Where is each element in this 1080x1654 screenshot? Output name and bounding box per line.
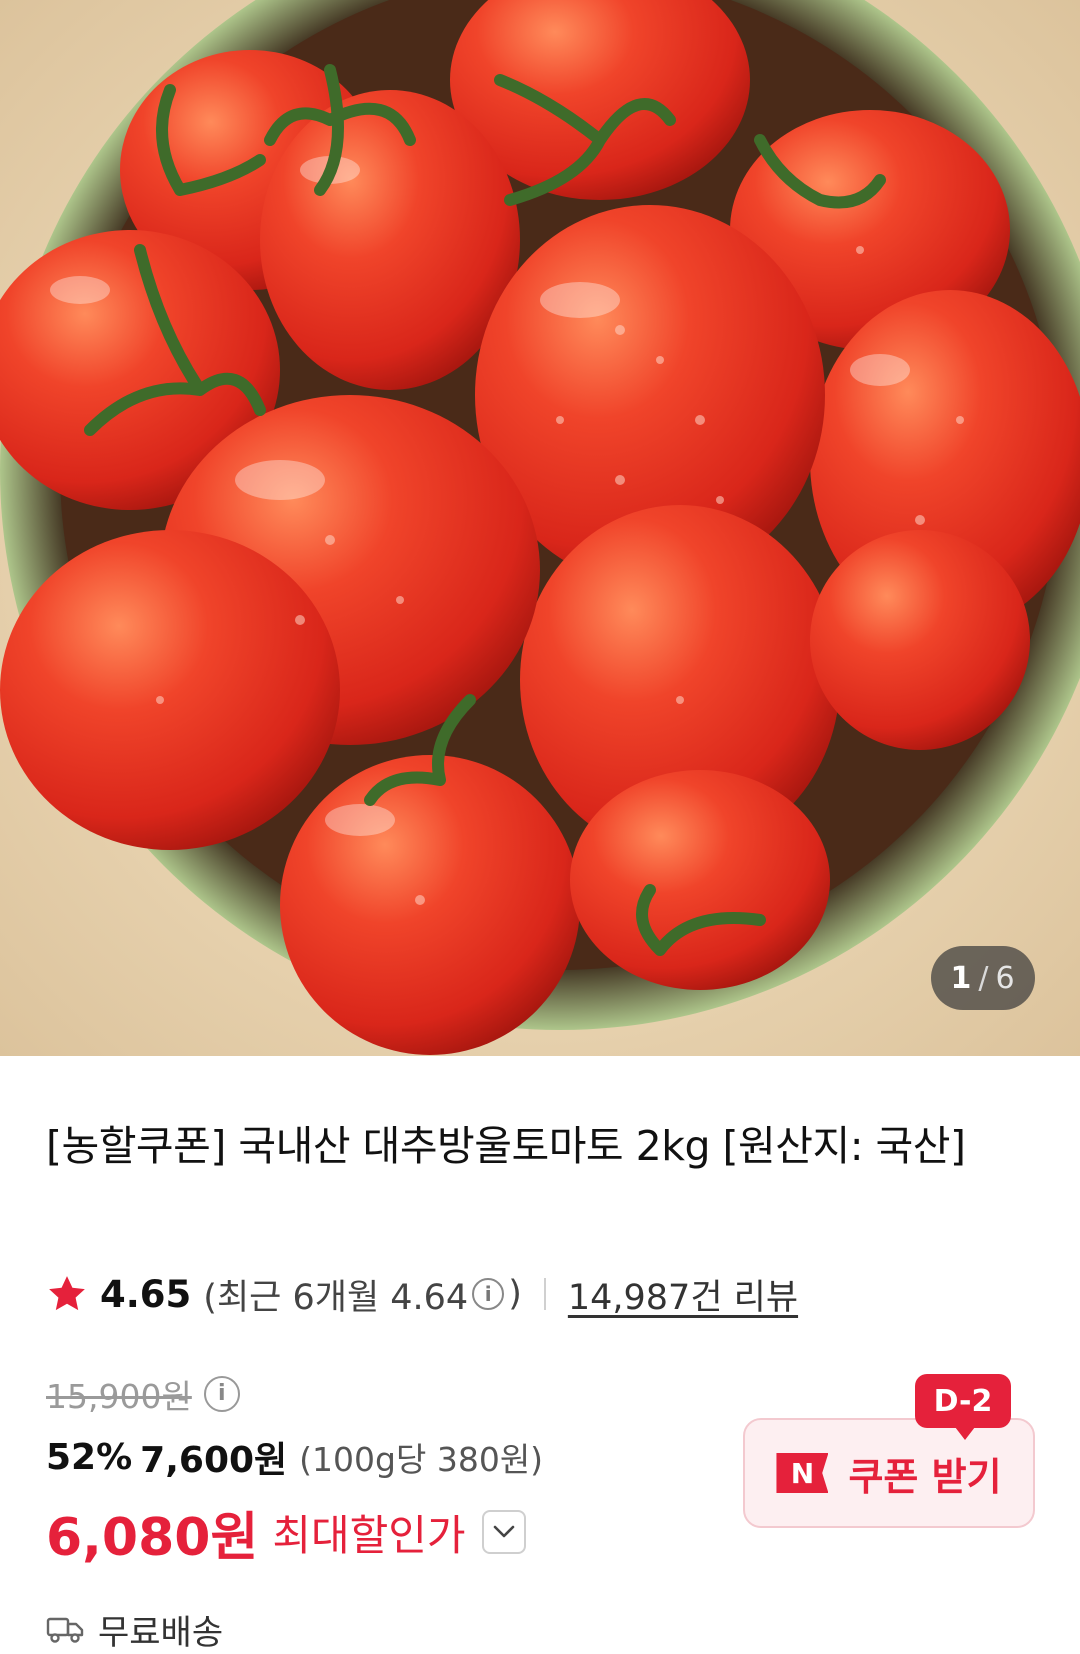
coupon-button[interactable]: N 쿠폰 받기 [743, 1418, 1035, 1528]
product-title: [농할쿠폰] 국내산 대추방울토마토 2kg [원산지: 국산] [46, 1122, 966, 1170]
original-price-row: 15,900원 i [46, 1368, 244, 1420]
max-discount-price: 6,080원 [46, 1507, 259, 1568]
coupon-label: 쿠폰 받기 [848, 1454, 1002, 1499]
discount-detail-toggle[interactable] [481, 1510, 526, 1554]
recent-rating-close: ) [508, 1274, 522, 1314]
product-photo-tomatoes [0, 0, 1080, 1055]
discount-rate: 52% [46, 1436, 133, 1478]
unit-price: (100g당 380원) [299, 1440, 544, 1479]
star-icon [49, 1276, 85, 1311]
rating-score: 4.65 [100, 1272, 192, 1316]
coupon-dday-badge: D-2 [915, 1374, 1011, 1440]
chevron-down-icon [493, 1525, 514, 1538]
original-price: 15,900원 [46, 1377, 192, 1416]
recent-rating: (최근 6개월 4.64 i ) [203, 1269, 522, 1320]
sale-price-row: 52% 7,600원 (100g당 380원) [46, 1430, 543, 1484]
truck-icon [46, 1617, 84, 1643]
shipping-label: 무료배송 [98, 1612, 224, 1653]
pager-separator: / [978, 960, 990, 996]
info-icon[interactable]: i [472, 1278, 505, 1310]
price-info-icon[interactable]: i [203, 1376, 240, 1412]
divider [543, 1278, 546, 1310]
shipping-row: 무료배송 [46, 1604, 223, 1654]
image-pager: 1 / 6 [931, 946, 1035, 1010]
reviews-link[interactable]: 14,987건 리뷰 [568, 1269, 798, 1320]
max-discount-row: 6,080원 최대할인가 [46, 1494, 526, 1570]
recent-rating-text: (최근 6개월 4.64 [203, 1277, 469, 1318]
max-discount-label: 최대할인가 [272, 1510, 466, 1560]
pager-total: 6 [995, 960, 1016, 996]
pager-current: 1 [950, 960, 973, 996]
naver-logo: N [776, 1453, 829, 1493]
rating-row: 4.65 (최근 6개월 4.64 i ) 14,987건 리뷰 [46, 1264, 798, 1324]
product-image-gallery[interactable]: 1 / 6 [0, 0, 1080, 1056]
sale-price: 7,600원 [140, 1440, 288, 1481]
